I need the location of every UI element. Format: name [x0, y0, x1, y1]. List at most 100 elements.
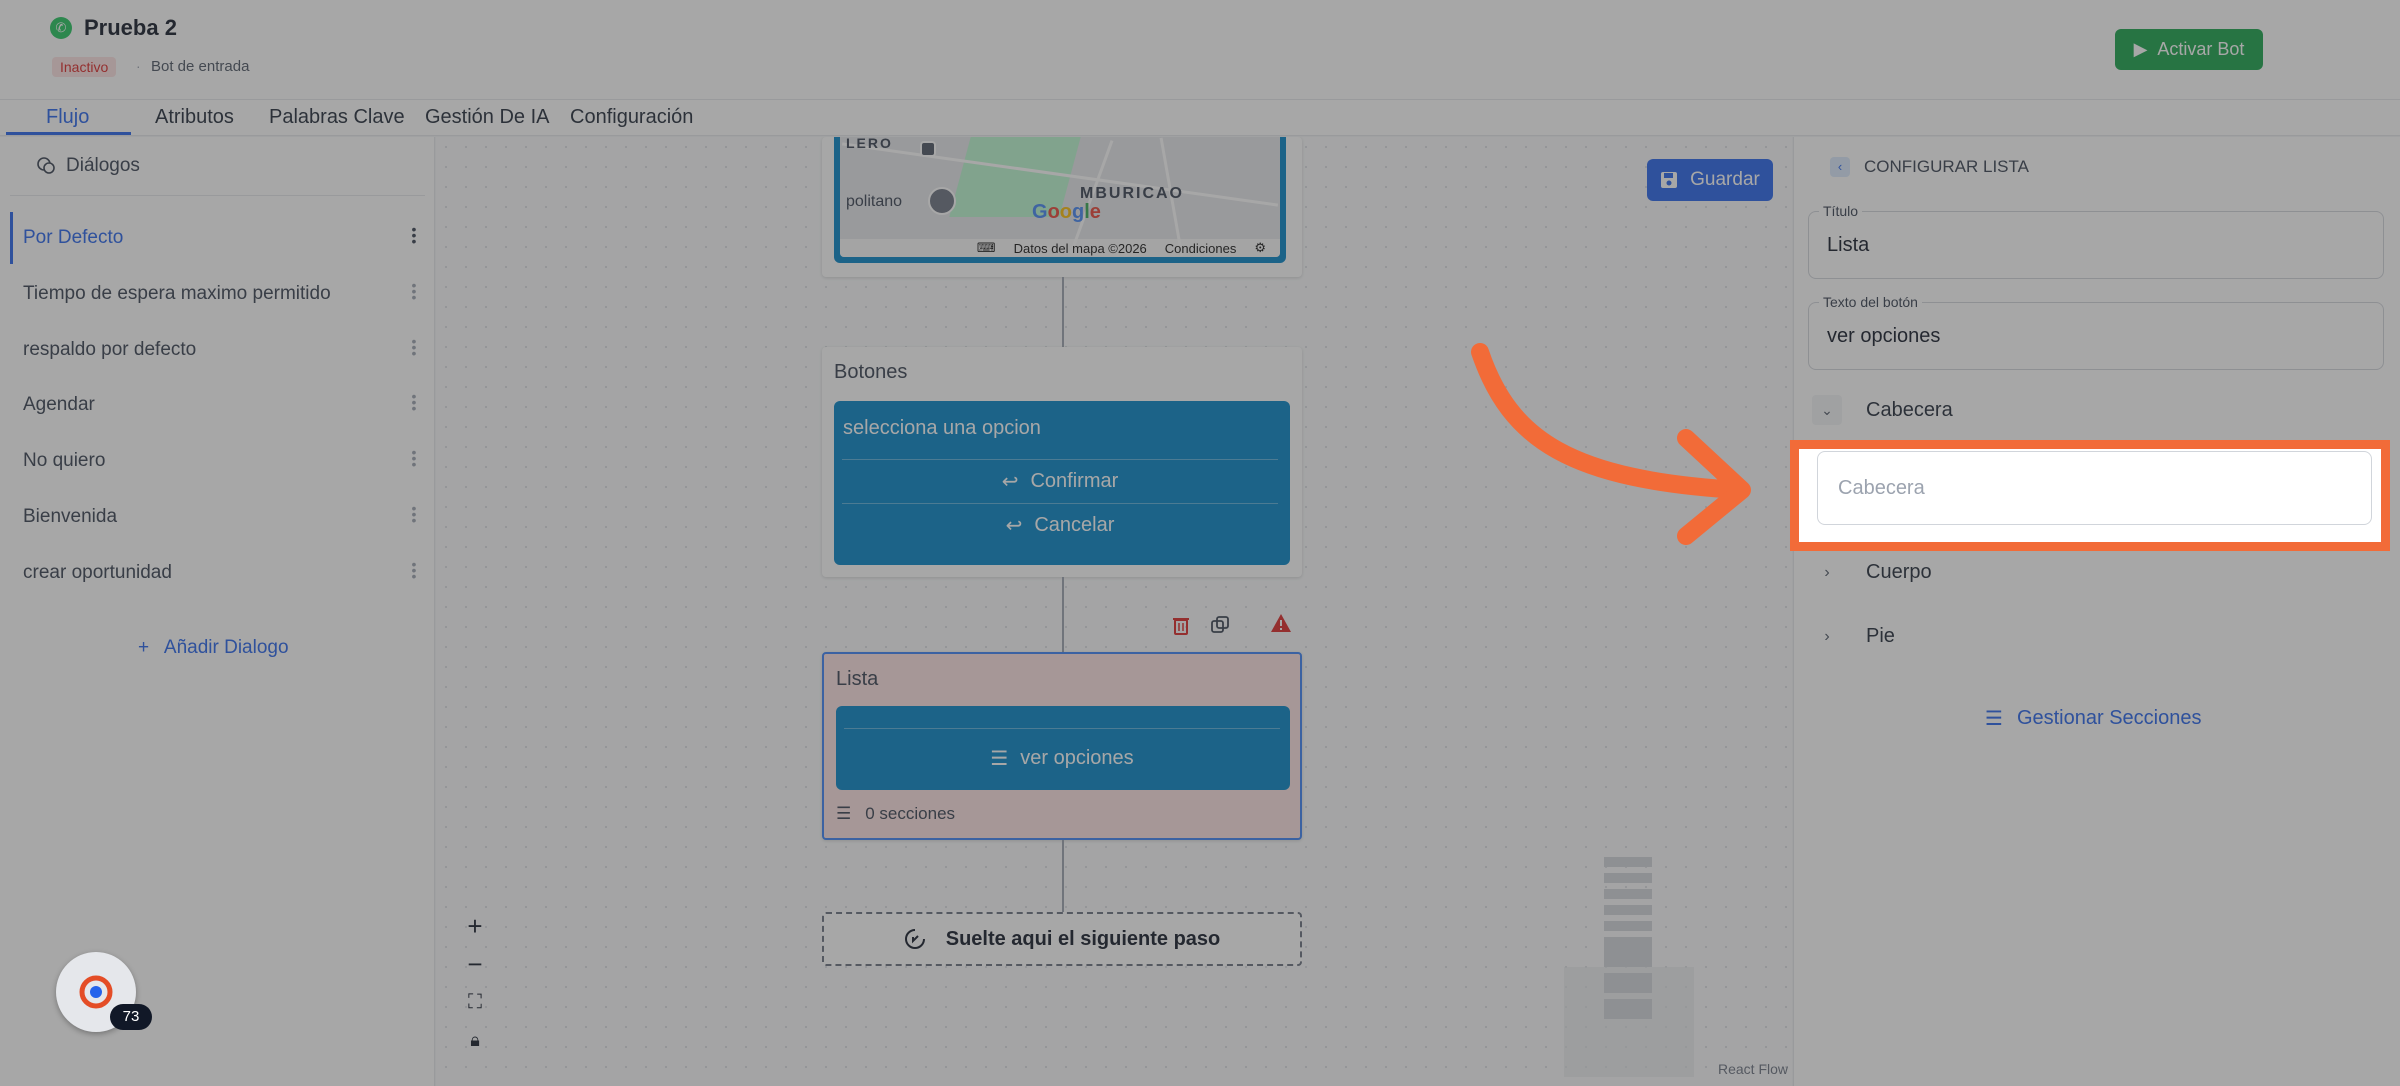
tab-configuracion[interactable]: Configuración	[570, 106, 693, 129]
tab-gestion-ia[interactable]: Gestión De IA	[425, 106, 550, 129]
button-option-label: Confirmar	[1030, 470, 1119, 492]
tab-palabras-clave[interactable]: Palabras Clave	[269, 106, 405, 129]
map-label: politano	[846, 193, 903, 210]
more-icon[interactable]: • • •	[411, 222, 417, 248]
buttons-card: selecciona una opcion ↩ Confirmar ↩ Canc…	[834, 401, 1290, 565]
buttons-message: selecciona una opcion	[843, 417, 1041, 439]
minimap-nodes	[1604, 857, 1652, 1025]
section-cuerpo-toggle[interactable]: › Cuerpo	[1812, 561, 1932, 584]
trash-icon[interactable]	[1172, 615, 1190, 640]
more-icon[interactable]: • • •	[411, 445, 417, 471]
button-text-label: Texto del botón	[1819, 294, 1922, 310]
location-node[interactable]: LERO politano MBURICAO Google ⌨ Datos de…	[822, 137, 1302, 277]
more-icon[interactable]: • • •	[411, 278, 417, 304]
dialog-item-label: Tiempo de espera maximo permitido	[23, 283, 331, 304]
section-label: Cabecera	[1866, 398, 1953, 421]
more-icon[interactable]: • • •	[411, 557, 417, 583]
settings-icon[interactable]: ⚙	[1254, 240, 1266, 256]
section-label: Cuerpo	[1866, 561, 1932, 583]
add-dialog-button[interactable]: + Añadir Dialogo	[138, 637, 289, 659]
section-pie-toggle[interactable]: › Pie	[1812, 625, 1895, 648]
dialog-item[interactable]: Agendar • • •	[10, 379, 425, 431]
minimap-node	[1604, 889, 1652, 899]
top-bar: ✆ Prueba 2 Inactivo · Bot de entrada ▶ A…	[0, 0, 2400, 100]
map-pin-icon	[928, 187, 956, 215]
dialog-item[interactable]: Tiempo de espera maximo permitido • • •	[10, 268, 425, 320]
reply-icon: ↩	[1005, 515, 1023, 537]
minimap-node	[1604, 999, 1652, 1019]
dialog-item-label: No quiero	[23, 450, 106, 471]
dialog-item[interactable]: respaldo por defecto • • •	[10, 324, 425, 376]
minimap-node	[1604, 937, 1652, 967]
map-terms-link[interactable]: Condiciones	[1165, 241, 1237, 256]
buttons-node[interactable]: Botones selecciona una opcion ↩ Confirma…	[822, 347, 1302, 577]
active-tab-indicator	[6, 132, 131, 135]
bot-type-label: Bot de entrada	[151, 58, 250, 75]
node-title: Lista	[836, 668, 879, 690]
list-node[interactable]: Lista ☰ ver opciones ☰ 0 secciones	[822, 652, 1302, 840]
manage-sections-label: Gestionar Secciones	[2016, 707, 2202, 729]
status-badge: Inactivo	[52, 57, 117, 77]
minimap-node	[1604, 873, 1652, 883]
warning-icon	[1270, 613, 1292, 638]
reply-icon: ↩	[1001, 471, 1019, 493]
connector	[1062, 577, 1064, 652]
drop-zone[interactable]: Suelte aqui el siguiente paso	[822, 912, 1302, 966]
pointer-arrow-icon	[1471, 343, 1751, 545]
more-icon[interactable]: • • •	[411, 501, 417, 527]
more-icon[interactable]: • • •	[411, 334, 417, 360]
dialog-item[interactable]: Bienvenida • • •	[10, 491, 425, 543]
chevron-right-icon: ›	[1824, 627, 1830, 645]
transit-icon	[920, 141, 936, 157]
divider	[10, 195, 425, 196]
flow-canvas[interactable]: Guardar LERO politano MBURICAO Google ⌨ …	[436, 137, 1792, 1086]
list-card: ☰ ver opciones	[836, 706, 1290, 790]
dialog-item-label: Agendar	[23, 394, 95, 415]
dialog-item-label: crear oportunidad	[23, 562, 172, 583]
back-icon[interactable]: ‹	[1830, 157, 1850, 177]
node-title: Botones	[834, 361, 908, 383]
more-icon[interactable]: • • •	[411, 389, 417, 415]
title-field-label: Título	[1819, 203, 1863, 219]
section-cabecera-toggle[interactable]: ⌄ Cabecera	[1812, 395, 1953, 425]
button-text-field[interactable]: Texto del botón	[1808, 294, 2384, 370]
tab-atributos[interactable]: Atributos	[155, 106, 234, 129]
highlight-frame	[1790, 440, 2390, 551]
list-button-label: ver opciones	[1020, 747, 1134, 769]
panel-header: ‹ CONFIGURAR LISTA	[1830, 157, 2029, 177]
button-option[interactable]: ↩ Cancelar	[842, 503, 1278, 547]
fit-view-button[interactable]: ⛶	[458, 983, 492, 1021]
lock-button[interactable]: 🔒︎	[458, 1021, 492, 1059]
dialog-item[interactable]: Por Defecto • • •	[10, 212, 425, 264]
list-icon: ☰	[990, 748, 1009, 770]
add-dialog-label: Añadir Dialogo	[163, 637, 289, 658]
copy-icon[interactable]	[1210, 615, 1230, 640]
zoom-out-button[interactable]: −	[458, 945, 492, 983]
dialog-item[interactable]: crear oportunidad • • •	[10, 547, 425, 599]
sections-count: ☰ 0 secciones	[836, 804, 955, 824]
tab-bar: Flujo Atributos Palabras Clave Gestión D…	[0, 100, 2400, 136]
sections-count-label: 0 secciones	[865, 804, 956, 823]
sidebar-header: Diálogos	[36, 155, 140, 177]
whatsapp-icon: ✆	[50, 17, 72, 39]
map-data-label: Datos del mapa ©2026	[1013, 240, 1147, 256]
button-option[interactable]: ↩ Confirmar	[842, 459, 1278, 503]
drop-target-icon	[904, 929, 925, 949]
activate-bot-button[interactable]: ▶ Activar Bot	[2115, 29, 2263, 70]
section-label: Pie	[1866, 625, 1895, 647]
list-button[interactable]: ☰ ver opciones	[844, 728, 1280, 788]
manage-sections-button[interactable]: ☰ Gestionar Secciones	[1985, 706, 2201, 731]
title-field[interactable]: Título	[1808, 203, 2384, 279]
zoom-in-button[interactable]: +	[458, 907, 492, 945]
plus-icon: +	[138, 637, 150, 658]
dialog-item-label: respaldo por defecto	[23, 339, 197, 360]
brand-logo-icon	[79, 975, 113, 1009]
react-flow-attribution[interactable]: React Flow	[1718, 1061, 1788, 1077]
button-text-input[interactable]	[1827, 325, 2367, 348]
title-input[interactable]	[1827, 234, 2367, 257]
minimap-node	[1604, 857, 1652, 867]
dialog-item[interactable]: No quiero • • •	[10, 435, 425, 487]
save-button[interactable]: Guardar	[1647, 159, 1773, 201]
tab-flujo[interactable]: Flujo	[46, 106, 89, 129]
chevron-down-icon: ⌄	[1812, 395, 1842, 425]
